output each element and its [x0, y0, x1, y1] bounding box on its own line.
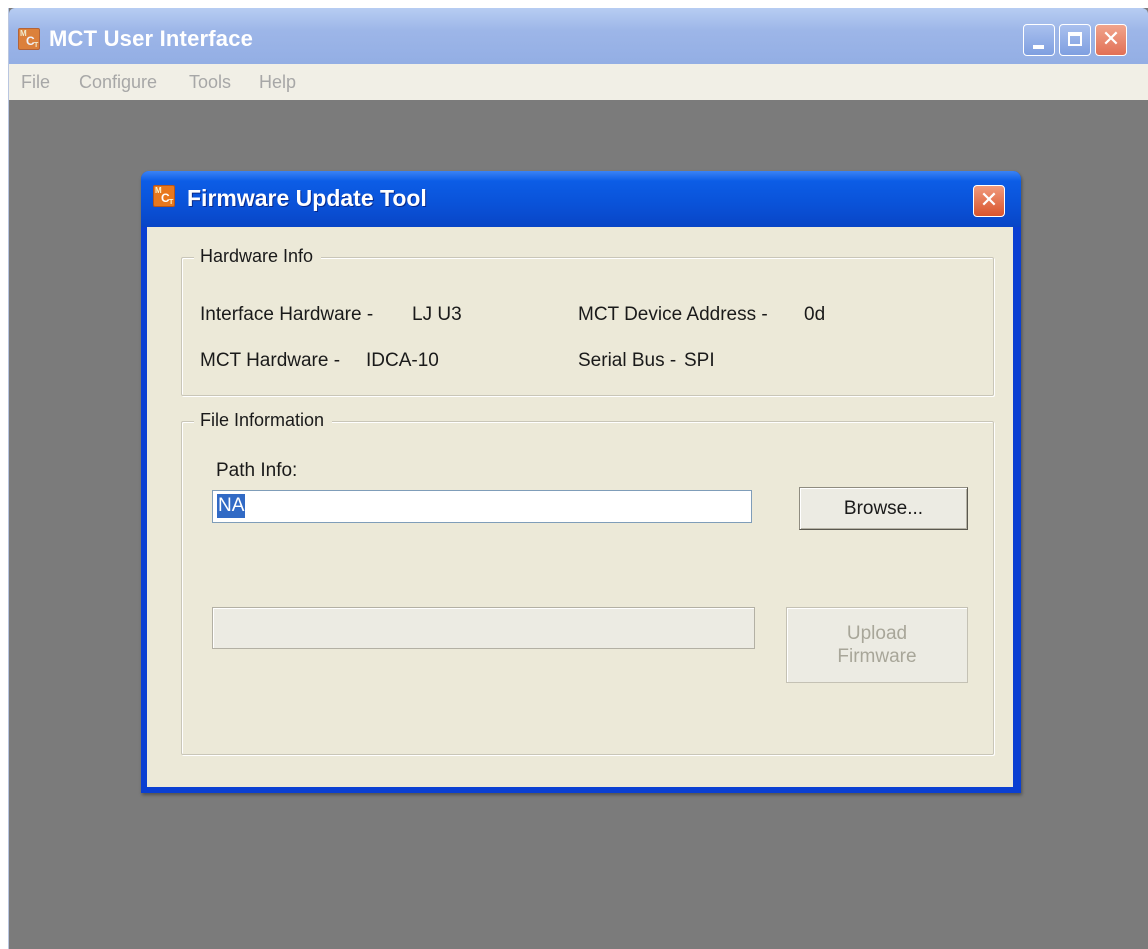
- serial-bus-value: SPI: [684, 350, 715, 371]
- minimize-icon: [1033, 45, 1044, 49]
- menu-tools[interactable]: Tools: [189, 72, 231, 93]
- minimize-button[interactable]: [1023, 24, 1055, 56]
- interface-hardware-label: Interface Hardware -: [200, 304, 374, 325]
- upload-firmware-button[interactable]: Upload Firmware: [786, 607, 968, 683]
- mct-app-icon[interactable]: MCT: [18, 28, 40, 50]
- dialog-close-button[interactable]: ✕: [973, 185, 1005, 217]
- menu-file[interactable]: File: [21, 72, 50, 93]
- dialog-titlebar[interactable]: MCT Firmware Update Tool ✕: [141, 171, 1021, 227]
- firmware-update-dialog: MCT Firmware Update Tool ✕ Hardware Info…: [141, 171, 1021, 793]
- hardware-info-group: Hardware Info Interface Hardware - LJ U3…: [181, 246, 994, 396]
- close-icon: ✕: [1101, 27, 1121, 52]
- hardware-info-legend: Hardware Info: [194, 246, 322, 267]
- mct-device-address-label: MCT Device Address -: [578, 304, 768, 325]
- file-information-legend: File Information: [194, 410, 333, 431]
- menu-configure[interactable]: Configure: [79, 72, 157, 93]
- browse-button[interactable]: Browse...: [799, 487, 968, 530]
- upload-firmware-label-line1: Upload: [846, 623, 908, 644]
- maximize-icon: [1068, 32, 1082, 46]
- dialog-body: Hardware Info Interface Hardware - LJ U3…: [147, 227, 1013, 787]
- path-info-input[interactable]: NA: [212, 490, 752, 523]
- serial-bus-label: Serial Bus -: [578, 350, 677, 371]
- interface-hardware-value: LJ U3: [412, 304, 462, 325]
- path-info-value: NA: [217, 494, 246, 518]
- dialog-title: Firmware Update Tool: [187, 185, 427, 211]
- mct-hardware-value: IDCA-10: [366, 350, 439, 371]
- mct-app-icon[interactable]: MCT: [153, 185, 175, 207]
- menu-bar: File Configure Tools Help: [9, 64, 1148, 100]
- main-close-button[interactable]: ✕: [1095, 24, 1127, 56]
- mct-hardware-label: MCT Hardware -: [200, 350, 341, 371]
- main-titlebar[interactable]: MCT MCT User Interface ✕: [9, 8, 1148, 64]
- close-icon: ✕: [979, 188, 999, 213]
- file-information-group: File Information Path Info: NA Browse...…: [181, 410, 994, 755]
- mct-device-address-value: 0d: [804, 304, 826, 325]
- maximize-button[interactable]: [1059, 24, 1091, 56]
- upload-firmware-label-line2: Firmware: [837, 646, 917, 667]
- menu-help[interactable]: Help: [259, 72, 296, 93]
- path-info-label: Path Info:: [216, 460, 298, 481]
- main-window-title: MCT User Interface: [49, 26, 254, 51]
- upload-progress-bar: [212, 607, 755, 649]
